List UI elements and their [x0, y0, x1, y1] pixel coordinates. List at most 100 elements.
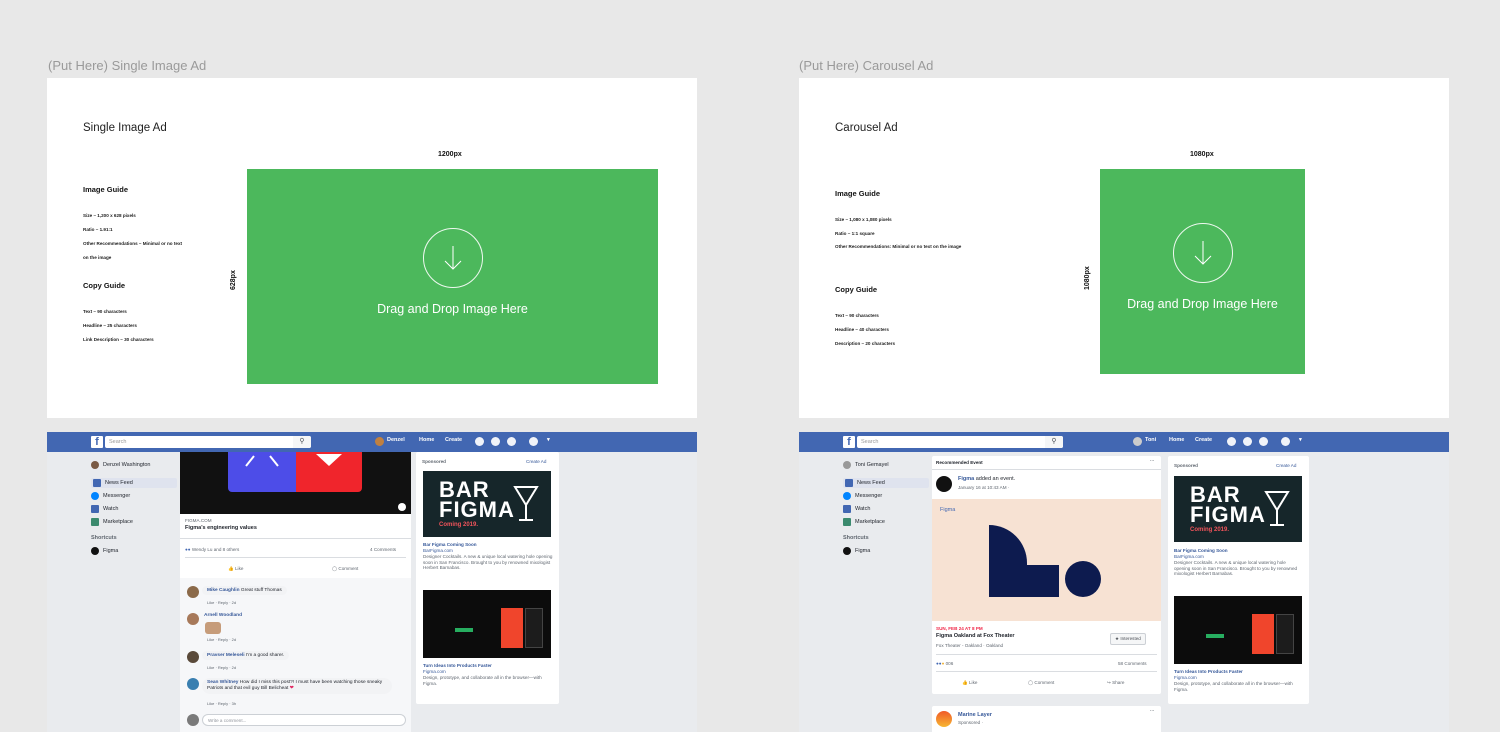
page-name[interactable]: Marine Layer	[958, 712, 992, 718]
search-icon[interactable]: ⚲	[293, 436, 311, 448]
write-comment-input[interactable]: Write a comment...	[202, 714, 406, 726]
card-title: Single Image Ad	[83, 122, 167, 134]
comment-meta[interactable]: Like · Reply · 3h	[207, 701, 236, 706]
create-ad-link[interactable]: Create Ad	[1276, 463, 1296, 468]
ads-column: Sponsored Create Ad BAR FIGMA Coming 201…	[416, 452, 559, 704]
facebook-logo-icon[interactable]: f	[91, 436, 103, 448]
post-title[interactable]: Figma's engineering values	[185, 525, 257, 531]
ad-domain[interactable]: BarFigma.com	[423, 548, 453, 553]
event-post: Recommended Event ··· Figma added an eve…	[932, 456, 1161, 694]
drop-text: Drag and Drop Image Here	[377, 301, 528, 316]
share-button[interactable]: ↪ Share	[1107, 680, 1124, 686]
profile-link[interactable]: Denzel	[387, 437, 405, 443]
messenger-icon[interactable]	[491, 437, 500, 446]
image-guide-heading: Image Guide	[83, 185, 129, 194]
create-link[interactable]: Create	[445, 437, 462, 443]
ad-title[interactable]: Turn Ideas Into Products Faster	[423, 663, 492, 668]
friends-icon[interactable]	[475, 437, 484, 446]
sidebar-item-marketplace[interactable]: Marketplace	[843, 518, 885, 526]
sidebar-item-marketplace[interactable]: Marketplace	[91, 518, 133, 526]
ad-image[interactable]	[423, 590, 551, 658]
copy-guide-heading: Copy Guide	[835, 285, 878, 294]
more-options-icon[interactable]: ···	[1150, 708, 1155, 713]
messenger-icon[interactable]	[1243, 437, 1252, 446]
create-link[interactable]: Create	[1195, 437, 1212, 443]
comment-meta[interactable]: Like · Reply · 2d	[207, 600, 236, 605]
search-input[interactable]: Search	[857, 436, 1063, 448]
post-image[interactable]	[180, 452, 411, 514]
notifications-icon[interactable]	[1259, 437, 1268, 446]
facebook-logo-icon[interactable]: f	[843, 436, 855, 448]
search-input[interactable]: Search	[105, 436, 311, 448]
ad-domain[interactable]: Figma.com	[1174, 675, 1197, 680]
sidebar-item-watch[interactable]: Watch	[843, 505, 870, 513]
reactions-summary[interactable]: ●●● 006	[936, 661, 953, 666]
event-shape-graphic	[989, 525, 1101, 597]
image-dropzone[interactable]: Drag and Drop Image Here	[247, 169, 658, 384]
chevron-down-icon[interactable]: ▾	[1299, 437, 1302, 443]
create-ad-link[interactable]: Create Ad	[526, 459, 546, 464]
comment-author[interactable]: Arnell Woodland	[204, 613, 242, 618]
help-icon[interactable]	[1281, 437, 1290, 446]
ad-image[interactable]: BAR FIGMA Coming 2019.	[1174, 476, 1302, 542]
shortcuts-heading: Shortcuts	[91, 535, 117, 541]
cocktail-icon	[1264, 491, 1290, 526]
help-icon[interactable]	[529, 437, 538, 446]
avatar[interactable]	[1133, 437, 1142, 446]
interested-button[interactable]: ★ Interested	[1110, 633, 1146, 645]
facebook-feed-preview: f Search ⚲ Toni Home Create ▾ Toni Gemay…	[799, 432, 1449, 732]
avatar	[187, 714, 199, 726]
sidebar-profile[interactable]: Denzel Washington	[91, 461, 151, 469]
comments-count[interactable]: 4 Comments	[370, 547, 396, 552]
chevron-down-icon[interactable]: ▾	[547, 437, 550, 443]
avatar[interactable]	[936, 711, 952, 727]
avatar[interactable]	[187, 678, 199, 690]
shortcut-figma[interactable]: Figma	[843, 547, 870, 555]
fb-top-bar: f Search ⚲ Denzel Home Create ▾	[47, 432, 697, 452]
reactions-summary[interactable]: ●● Wendy Lu and 8 others	[185, 547, 239, 552]
guide-line: Text – 90 characters	[83, 309, 127, 314]
comment-button[interactable]: ◯ Comment	[1028, 680, 1054, 686]
notifications-icon[interactable]	[507, 437, 516, 446]
comment-meta[interactable]: Like · Reply · 2d	[207, 637, 236, 642]
home-link[interactable]: Home	[419, 437, 434, 443]
ad-title[interactable]: Turn Ideas Into Products Faster	[1174, 669, 1243, 674]
event-image[interactable]: Figma	[932, 499, 1161, 621]
avatar[interactable]	[187, 651, 199, 663]
sidebar-item-news-feed[interactable]: News Feed	[843, 478, 929, 488]
search-icon[interactable]: ⚲	[1045, 436, 1063, 448]
ad-domain[interactable]: Figma.com	[423, 669, 446, 674]
sidebar-item-messenger[interactable]: Messenger	[843, 492, 882, 500]
friends-icon[interactable]	[1227, 437, 1236, 446]
sidebar-profile[interactable]: Toni Gemayel	[843, 461, 889, 469]
event-title[interactable]: Figma Oakland at Fox Theater	[936, 633, 1015, 639]
ad-title[interactable]: Bar Figma Coming Soon	[1174, 548, 1228, 553]
sidebar-item-watch[interactable]: Watch	[91, 505, 118, 513]
ad-domain[interactable]: BarFigma.com	[1174, 554, 1204, 559]
profile-link[interactable]: Toni	[1145, 437, 1156, 443]
facebook-feed-preview: f Search ⚲ Denzel Home Create ▾ Denzel W…	[47, 432, 697, 732]
image-dropzone[interactable]: Drag and Drop Image Here	[1100, 169, 1305, 374]
like-button[interactable]: 👍 Like	[962, 680, 977, 686]
comments-count[interactable]: 58 Comments	[1118, 661, 1147, 666]
cocktail-icon	[513, 486, 539, 521]
ad-title[interactable]: Bar Figma Coming Soon	[423, 542, 477, 547]
avatar[interactable]	[187, 586, 199, 598]
avatar[interactable]	[936, 476, 952, 492]
comment-button[interactable]: ◯ Comment	[332, 566, 358, 572]
sidebar-item-news-feed[interactable]: News Feed	[91, 478, 177, 488]
more-options-icon[interactable]: ···	[1150, 458, 1155, 463]
guide-line: Size – 1,080 x 1,080 pixels	[835, 217, 892, 222]
like-button[interactable]: 👍 Like	[228, 566, 243, 572]
ad-image[interactable]	[1174, 596, 1302, 664]
shortcut-figma[interactable]: Figma	[91, 547, 118, 555]
guide-line: Text – 90 characters	[835, 313, 879, 318]
post-time[interactable]: January 16 at 10:43 AM ·	[958, 485, 1009, 490]
comment-meta[interactable]: Like · Reply · 2d	[207, 665, 236, 670]
ad-image[interactable]: BAR FIGMA Coming 2019.	[423, 471, 551, 537]
home-link[interactable]: Home	[1169, 437, 1184, 443]
sidebar-item-messenger[interactable]: Messenger	[91, 492, 130, 500]
avatar[interactable]	[187, 613, 199, 625]
sponsored-label: Sponsored	[422, 459, 446, 464]
avatar[interactable]	[375, 437, 384, 446]
